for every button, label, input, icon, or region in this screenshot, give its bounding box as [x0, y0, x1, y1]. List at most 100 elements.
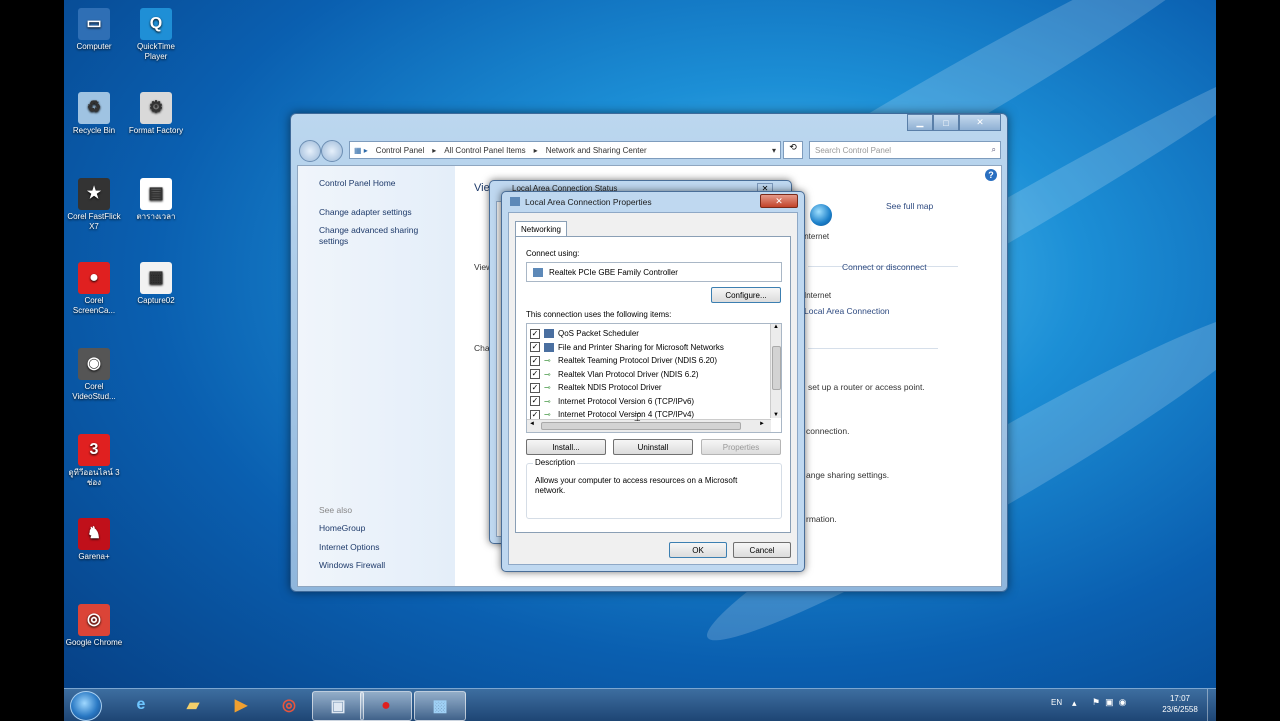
- h-scrollbar-thumb[interactable]: [541, 422, 741, 430]
- list-item[interactable]: ✓ QoS Packet Scheduler: [530, 327, 639, 340]
- divider: [808, 348, 938, 349]
- channel3-icon: 3: [78, 434, 110, 466]
- desktop-icon-channel3[interactable]: 3 ดูทีวีออนไลน์ 3 ช่อง: [65, 434, 123, 488]
- see-full-map-link[interactable]: See full map: [886, 201, 933, 211]
- help-icon[interactable]: ?: [985, 169, 997, 181]
- change-advanced-sharing-link[interactable]: Change advanced sharing settings: [319, 225, 439, 247]
- connect-disconnect-link[interactable]: Connect or disconnect: [842, 262, 927, 272]
- screencap-icon: ●: [78, 262, 110, 294]
- desktop-icon-label: Computer: [76, 42, 112, 51]
- vertical-scrollbar[interactable]: ▲ ▼: [770, 324, 781, 418]
- tray-expand-icon[interactable]: ▴: [1072, 698, 1077, 709]
- control-panel-home-link[interactable]: Control Panel Home: [319, 178, 396, 189]
- recycle-bin-icon: ♻: [78, 92, 110, 124]
- scroll-down-icon[interactable]: ▼: [771, 412, 781, 418]
- checkbox[interactable]: ✓: [530, 369, 540, 379]
- taskbar-button-explorer[interactable]: ▰: [168, 691, 218, 719]
- desktop-icon-computer[interactable]: ▭ Computer: [65, 8, 123, 52]
- clock[interactable]: 17:07 23/6/2558: [1150, 693, 1210, 715]
- checkbox[interactable]: ✓: [530, 328, 540, 339]
- protocol-icon: ⊸: [544, 369, 551, 379]
- file-icon: ▦: [140, 262, 172, 294]
- homegroup-link[interactable]: HomeGroup: [319, 523, 365, 534]
- cancel-button[interactable]: Cancel: [733, 542, 791, 558]
- taskbar-button-network[interactable]: ▩: [414, 691, 466, 721]
- list-item[interactable]: ✓ ⊸ Realtek NDIS Protocol Driver: [530, 381, 662, 394]
- close-button[interactable]: ✕: [760, 194, 798, 208]
- desktop-icon-recycle-bin[interactable]: ♻ Recycle Bin: [65, 92, 123, 136]
- desktop-icon-label: Capture02: [137, 296, 175, 305]
- desktop-icon-garena[interactable]: ♞ Garena+: [65, 518, 123, 562]
- language-indicator[interactable]: EN: [1051, 698, 1062, 707]
- scroll-up-icon[interactable]: ▲: [771, 324, 781, 330]
- taskbar-button-recorder[interactable]: ●: [360, 691, 412, 721]
- tray-icons[interactable]: ⚑▣◉: [1092, 697, 1131, 708]
- taskbar-button-ie[interactable]: e: [116, 691, 166, 719]
- scroll-left-icon[interactable]: ◄: [529, 421, 535, 427]
- maximize-button[interactable]: □: [933, 114, 959, 131]
- horizontal-scrollbar[interactable]: ◄ ►: [527, 419, 771, 432]
- list-item[interactable]: ✓ ⊸ Realtek Vlan Protocol Driver (NDIS 6.2…: [530, 368, 699, 381]
- show-desktop-button[interactable]: [1207, 689, 1216, 721]
- search-placeholder: Search Control Panel: [815, 145, 892, 155]
- desktop-icon-chrome[interactable]: ◎ Google Chrome: [65, 604, 123, 648]
- desktop-icon-fastflick[interactable]: ★ Corel FastFlick X7: [65, 178, 123, 232]
- search-icon: ⌕: [991, 145, 996, 154]
- desktop-icon-videostudio[interactable]: ◉ Corel VideoStud...: [65, 348, 123, 402]
- see-also-heading: See also: [319, 505, 353, 515]
- breadcrumb-separator: ▸: [432, 145, 437, 155]
- minimize-button[interactable]: ▁: [907, 114, 933, 131]
- videostudio-icon: ◉: [78, 348, 110, 380]
- scroll-right-icon[interactable]: ►: [759, 421, 765, 427]
- taskbar-button-control-panel[interactable]: ▣: [312, 691, 364, 721]
- configure-button[interactable]: Configure...: [711, 287, 781, 303]
- desktop-icon-screencap[interactable]: ● Corel ScreenCa...: [65, 262, 123, 316]
- change-adapter-settings-link[interactable]: Change adapter settings: [319, 207, 412, 218]
- adapter-name: Realtek PCIe GBE Family Controller: [549, 267, 678, 277]
- network-adapter-icon: [510, 197, 520, 206]
- list-item[interactable]: ✓ ⊸ Realtek Teaming Protocol Driver (NDIS …: [530, 354, 717, 367]
- breadcrumb-item[interactable]: Network and Sharing Center: [546, 146, 647, 155]
- checkbox[interactable]: ✓: [530, 355, 540, 366]
- checkbox[interactable]: ✓: [530, 342, 540, 352]
- adapter-field: Realtek PCIe GBE Family Controller: [526, 262, 782, 282]
- breadcrumb[interactable]: ▦ ▸ Control Panel ▸ All Control Panel It…: [349, 141, 781, 159]
- checkbox[interactable]: ✓: [530, 396, 540, 406]
- desktop-icon-label: Recycle Bin: [72, 126, 116, 135]
- search-input[interactable]: Search Control Panel ⌕: [809, 141, 1001, 159]
- refresh-button[interactable]: ⟲: [783, 141, 803, 159]
- taskbar-button-chrome[interactable]: ◎: [264, 691, 314, 719]
- uninstall-button[interactable]: Uninstall: [613, 439, 693, 455]
- mouse-cursor-icon: ⌶: [634, 412, 641, 424]
- chevron-down-icon[interactable]: ▾: [772, 146, 776, 155]
- local-area-connection-link[interactable]: Local Area Connection: [804, 306, 890, 316]
- desktop-icon-label: Garena+: [78, 552, 110, 561]
- desktop-icon-quicktime[interactable]: Q QuickTime Player: [127, 8, 185, 62]
- forward-button[interactable]: [321, 140, 343, 162]
- scrollbar-thumb[interactable]: [772, 346, 781, 390]
- breadcrumb-item[interactable]: Control Panel: [376, 146, 424, 155]
- tab-networking[interactable]: Networking: [515, 221, 567, 237]
- desktop-icon-format-factory[interactable]: ⚙ Format Factory: [127, 92, 185, 136]
- checkbox[interactable]: ✓: [530, 409, 540, 420]
- internet-options-link[interactable]: Internet Options: [319, 542, 379, 553]
- start-button[interactable]: [70, 691, 102, 721]
- component-list[interactable]: ✓ QoS Packet Scheduler ✓ File and Printer S…: [526, 323, 782, 433]
- desktop-icon-document[interactable]: ▤ ตารางเวลา: [127, 178, 185, 222]
- properties-button[interactable]: Properties: [701, 439, 781, 455]
- back-button[interactable]: [299, 140, 321, 162]
- windows-firewall-link[interactable]: Windows Firewall: [319, 560, 385, 571]
- list-item[interactable]: ✓ ⊸ Internet Protocol Version 6 (TCP/IPv6): [530, 395, 694, 408]
- close-button[interactable]: ✕: [959, 114, 1001, 131]
- desktop-icon-file[interactable]: ▦ Capture02: [127, 262, 185, 306]
- list-item[interactable]: ✓ File and Printer Sharing for Microsoft …: [530, 341, 724, 354]
- taskbar: e ▰ ▶ ◎ ▣ ● ▩ EN ▴ ⚑▣◉ 17:07 23/6/2558: [64, 688, 1216, 721]
- network-service-icon: [544, 329, 554, 338]
- ok-button[interactable]: OK: [669, 542, 727, 558]
- checkbox[interactable]: ✓: [530, 382, 540, 393]
- taskbar-button-media[interactable]: ▶: [216, 691, 266, 719]
- breadcrumb-item[interactable]: All Control Panel Items: [444, 146, 525, 155]
- install-button[interactable]: Install...: [526, 439, 606, 455]
- description-group: Description Allows your computer to acce…: [526, 458, 782, 519]
- record-icon: ●: [381, 697, 391, 714]
